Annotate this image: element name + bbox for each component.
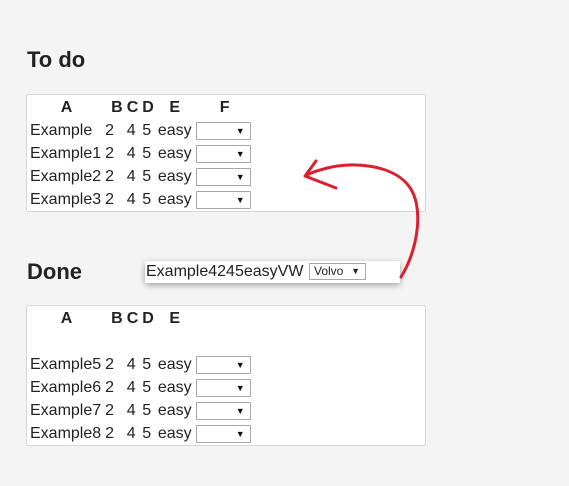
todo-header-d: D: [142, 99, 154, 116]
cell-e: easy: [157, 168, 192, 185]
cell-a: Example: [30, 122, 93, 139]
todo-header-row: A B C D E F: [30, 96, 256, 119]
todo-header-f: F: [219, 99, 230, 116]
cell-b: 2: [105, 356, 115, 373]
cell-d: 5: [142, 402, 152, 419]
row-select[interactable]: ▼: [195, 121, 251, 140]
cell-c: 4: [126, 379, 136, 396]
done-header-row: A B C D E: [30, 307, 256, 330]
cell-d: 5: [142, 425, 152, 442]
dragging-row-select[interactable]: Volvo ▼: [309, 263, 366, 280]
cell-b: 2: [105, 191, 115, 208]
done-table: A B C D E Example5 2 4 5 easy ▼ Example6…: [30, 307, 256, 445]
cell-f: ▼: [194, 142, 256, 165]
dropdown-arrow-icon: ▼: [235, 148, 245, 159]
dragging-row-text: Example4245easyVW: [146, 263, 304, 280]
cell-f: ▼: [194, 119, 256, 142]
dropdown-arrow-icon: ▼: [235, 194, 245, 205]
dropdown-arrow-icon: ▼: [235, 382, 245, 393]
done-header-c: C: [126, 310, 139, 327]
cell-f: ▼: [194, 165, 256, 188]
dropdown-arrow-icon: ▼: [235, 359, 245, 370]
cell-b: 2: [105, 122, 115, 139]
cell-e: easy: [157, 425, 192, 442]
cell-b: 2: [105, 168, 115, 185]
row-select[interactable]: ▼: [195, 167, 251, 186]
cell-d: 5: [142, 379, 152, 396]
cell-a: Example3: [30, 191, 102, 208]
row-select[interactable]: ▼: [195, 355, 251, 374]
cell-a: Example8: [30, 425, 102, 442]
row-select[interactable]: ▼: [195, 424, 251, 443]
row-select[interactable]: ▼: [195, 401, 251, 420]
cell-a: Example6: [30, 379, 102, 396]
todo-header-c: C: [126, 99, 139, 116]
todo-title: To do: [27, 47, 86, 72]
cell-b: 2: [105, 145, 115, 162]
cell-b: 2: [105, 425, 115, 442]
cell-a: Example5: [30, 356, 102, 373]
cell-c: 4: [126, 168, 136, 185]
cell-f: ▼: [194, 188, 256, 211]
dropdown-arrow-icon: ▼: [235, 125, 245, 136]
cell-e: easy: [157, 122, 192, 139]
cell-c: 4: [126, 145, 136, 162]
drop-placeholder-row: [30, 330, 256, 353]
cell-e: easy: [157, 191, 192, 208]
done-header-d: D: [142, 310, 154, 327]
cell-d: 5: [142, 122, 152, 139]
cell-c: 4: [126, 191, 136, 208]
dropdown-arrow-icon: ▼: [351, 266, 360, 276]
done-header-a: A: [60, 310, 73, 327]
cell-d: 5: [142, 356, 152, 373]
cell-c: 4: [126, 122, 136, 139]
done-title: Done: [27, 259, 82, 284]
cell-d: 5: [142, 191, 152, 208]
done-row[interactable]: Example6 2 4 5 easy ▼: [30, 376, 256, 399]
todo-row[interactable]: Example2 2 4 5 easy ▼: [30, 165, 256, 188]
row-select[interactable]: ▼: [195, 190, 251, 209]
cell-b: 2: [105, 402, 115, 419]
cell-e: easy: [157, 145, 192, 162]
cell-c: 4: [126, 356, 136, 373]
done-row[interactable]: Example5 2 4 5 easy ▼: [30, 353, 256, 376]
done-header-empty: [194, 307, 256, 330]
todo-row[interactable]: Example 2 4 5 easy ▼: [30, 119, 256, 142]
todo-table-container: A B C D E F Example 2 4 5 easy ▼ Example…: [26, 94, 426, 212]
done-table-container: A B C D E Example5 2 4 5 easy ▼ Example6…: [26, 305, 426, 446]
row-select[interactable]: ▼: [195, 144, 251, 163]
todo-header-e: E: [169, 99, 181, 116]
todo-row[interactable]: Example3 2 4 5 easy ▼: [30, 188, 256, 211]
dropdown-arrow-icon: ▼: [235, 171, 245, 182]
done-header-e: E: [169, 310, 181, 327]
cell-a: Example2: [30, 168, 102, 185]
cell-a: Example7: [30, 402, 102, 419]
cell-b: 2: [105, 379, 115, 396]
cell-f: ▼: [194, 376, 256, 399]
dropdown-arrow-icon: ▼: [235, 428, 245, 439]
dragging-row[interactable]: Example4245easyVW Volvo ▼: [145, 261, 400, 283]
todo-row[interactable]: Example1 2 4 5 easy ▼: [30, 142, 256, 165]
cell-e: easy: [157, 379, 192, 396]
cell-e: easy: [157, 402, 192, 419]
cell-e: easy: [157, 356, 192, 373]
cell-f: ▼: [194, 353, 256, 376]
cell-c: 4: [126, 402, 136, 419]
dropdown-arrow-icon: ▼: [235, 405, 245, 416]
cell-d: 5: [142, 145, 152, 162]
done-header-b: B: [111, 310, 123, 327]
select-value: Volvo: [314, 264, 344, 278]
todo-table: A B C D E F Example 2 4 5 easy ▼ Example…: [30, 96, 256, 211]
todo-header-b: B: [111, 99, 123, 116]
todo-header-a: A: [60, 99, 73, 116]
cell-a: Example1: [30, 145, 102, 162]
cell-f: ▼: [194, 399, 256, 422]
cell-c: 4: [126, 425, 136, 442]
cell-f: ▼: [194, 422, 256, 445]
row-select[interactable]: ▼: [195, 378, 251, 397]
done-row[interactable]: Example8 2 4 5 easy ▼: [30, 422, 256, 445]
done-row[interactable]: Example7 2 4 5 easy ▼: [30, 399, 256, 422]
cell-d: 5: [142, 168, 152, 185]
